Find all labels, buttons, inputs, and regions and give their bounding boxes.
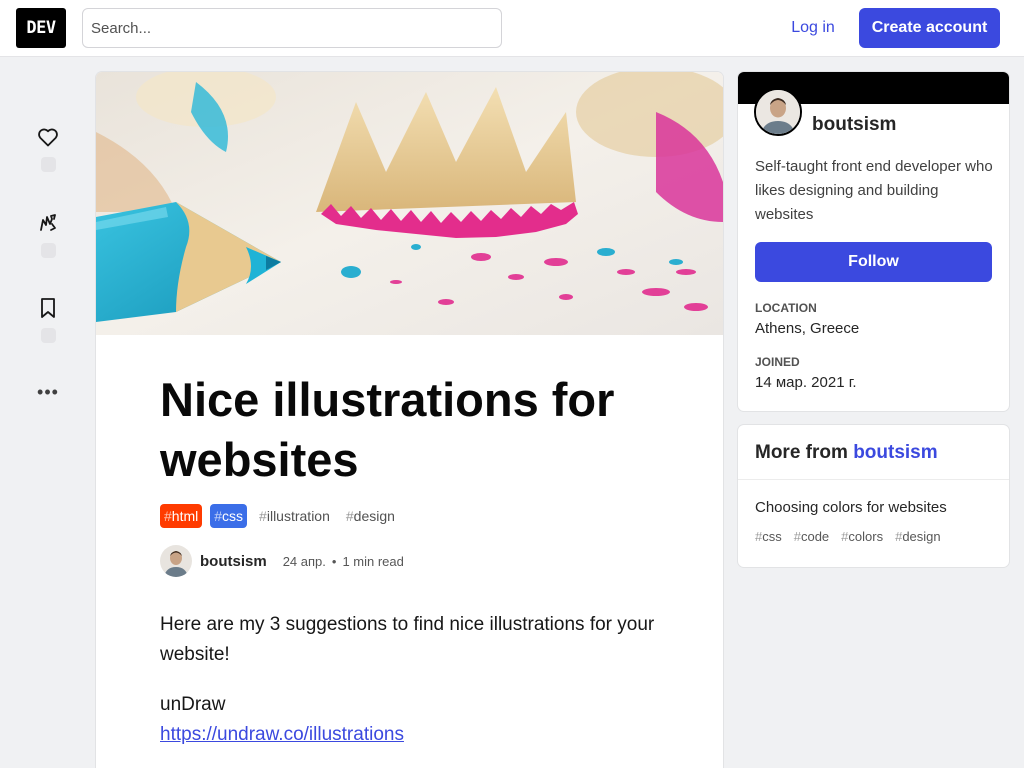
location-value: Athens, Greece	[755, 320, 860, 337]
search-input[interactable]	[82, 8, 502, 48]
unicorn-icon[interactable]	[28, 203, 68, 243]
login-link[interactable]: Log in	[776, 8, 850, 48]
tag-css[interactable]: # css	[210, 504, 248, 528]
heart-reaction[interactable]	[28, 117, 68, 172]
profile-avatar[interactable]	[754, 88, 802, 136]
more-from-author-link[interactable]: boutsism	[853, 442, 937, 463]
author-name[interactable]: boutsism	[200, 553, 267, 570]
tag-illustration[interactable]: # illustration	[255, 504, 334, 528]
tag-hash: #	[755, 529, 763, 544]
author-row: boutsism 24 апр. • 1 min read	[160, 545, 404, 577]
tag-label: css	[762, 529, 782, 544]
author-profile-card: boutsism Self-taught front end developer…	[738, 72, 1009, 411]
tag-label: colors	[848, 529, 884, 544]
tag-html[interactable]: # html	[160, 504, 203, 528]
tag-hash: #	[841, 529, 849, 544]
bookmark-count	[40, 328, 56, 343]
tag-label: html	[171, 508, 199, 524]
undraw-link[interactable]: https://undraw.co/illustrations	[160, 724, 404, 745]
tag-hash: #	[214, 508, 223, 524]
more-from-post-title[interactable]: Choosing colors for websites	[755, 499, 947, 516]
cover-image	[96, 72, 723, 335]
unicorn-count	[40, 243, 56, 258]
follow-button[interactable]: Follow	[755, 242, 992, 282]
tag-label: design	[353, 508, 395, 524]
mf-tag-colors[interactable]: #colors	[841, 529, 883, 544]
more-from-card: More from boutsism Choosing colors for w…	[738, 425, 1009, 567]
tag-hash: #	[793, 529, 801, 544]
article-card: Nice illustrations for websites # html # c…	[96, 72, 723, 768]
mf-tag-design[interactable]: #design	[895, 529, 941, 544]
more-options-icon[interactable]: •••	[28, 372, 68, 412]
mf-tag-css[interactable]: #css	[755, 529, 782, 544]
profile-bio: Self-taught front end developer who like…	[755, 158, 993, 223]
more-from-tags: #css #code #colors #design	[755, 529, 941, 544]
tag-label: design	[902, 529, 941, 544]
top-header: DEV Log in Create account	[0, 0, 1024, 57]
joined-value: 14 мар. 2021 г.	[755, 374, 857, 391]
tag-label: css	[222, 508, 244, 524]
unicorn-reaction[interactable]	[28, 203, 68, 258]
post-date: 24 апр.	[282, 553, 326, 569]
location-label: LOCATION	[755, 301, 817, 315]
create-account-button[interactable]: Create account	[859, 8, 1000, 48]
more-from-prefix: More from	[755, 442, 848, 463]
tag-hash: #	[164, 508, 172, 524]
read-time: 1 min read	[342, 553, 404, 569]
mf-tag-code[interactable]: #code	[794, 529, 829, 544]
joined-label: JOINED	[755, 355, 800, 369]
tag-design[interactable]: # design	[342, 504, 399, 528]
heart-icon[interactable]	[28, 117, 68, 157]
article-title: Nice illustrations for websites	[160, 373, 615, 486]
bookmark-reaction[interactable]	[28, 288, 68, 343]
tag-hash: #	[259, 508, 267, 524]
tag-hash: #	[345, 508, 354, 524]
heart-count	[40, 157, 56, 172]
tag-label: code	[800, 529, 830, 544]
dev-logo[interactable]: DEV	[16, 8, 66, 48]
paragraph: Here are my 3 suggestions to find nice i…	[160, 614, 655, 665]
undraw-heading: unDraw	[160, 694, 226, 715]
article-tags: # html # css # illustration # design	[160, 504, 399, 528]
tag-hash: #	[895, 529, 903, 544]
bookmark-icon[interactable]	[28, 288, 68, 328]
article-body: Here are my 3 suggestions to find nice i…	[160, 610, 660, 750]
tag-label: illustration	[266, 508, 330, 524]
meta-separator: •	[331, 553, 337, 569]
author-avatar[interactable]	[160, 545, 192, 577]
profile-name[interactable]: boutsism	[812, 114, 896, 136]
more-from-heading: More from boutsism	[738, 425, 1009, 480]
